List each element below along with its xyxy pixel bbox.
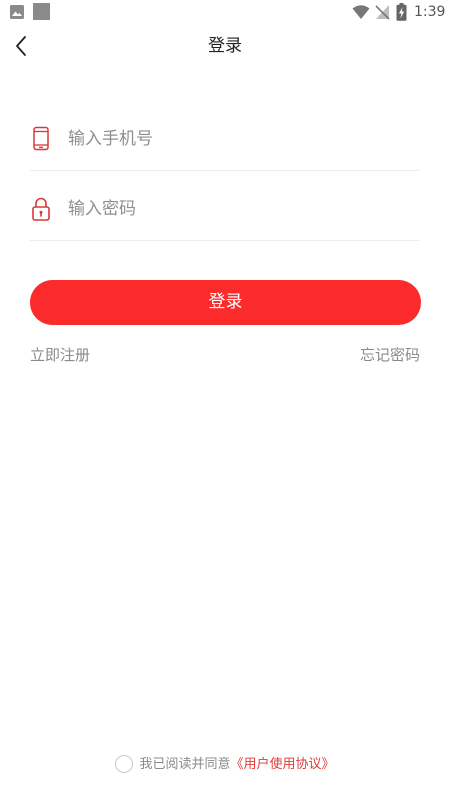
agreement-row: 我已阅读并同意《用户使用协议》 (0, 755, 450, 777)
mobile-phone-icon (33, 126, 49, 151)
forgot-password-link[interactable]: 忘记密码 (360, 345, 420, 365)
status-time: 1:39 (414, 4, 446, 20)
wifi-icon (352, 5, 370, 19)
register-link[interactable]: 立即注册 (30, 345, 90, 365)
no-signal-icon (375, 5, 390, 20)
login-button[interactable]: 登录 (30, 280, 421, 325)
status-bar: 1:39 (0, 0, 450, 26)
phone-field (30, 110, 420, 171)
lock-icon (32, 197, 50, 221)
nav-bar: 登录 (0, 26, 450, 66)
app-square-icon (33, 3, 50, 20)
page-title: 登录 (208, 36, 242, 56)
battery-charging-icon (396, 3, 407, 21)
agree-checkbox[interactable] (115, 755, 134, 773)
agreement-text: 我已阅读并同意 (139, 757, 231, 772)
password-field (30, 180, 420, 241)
image-icon (10, 5, 24, 19)
phone-input[interactable] (68, 122, 408, 156)
password-input[interactable] (68, 192, 408, 226)
user-agreement-link[interactable]: 《用户使用协议》 (231, 757, 335, 772)
